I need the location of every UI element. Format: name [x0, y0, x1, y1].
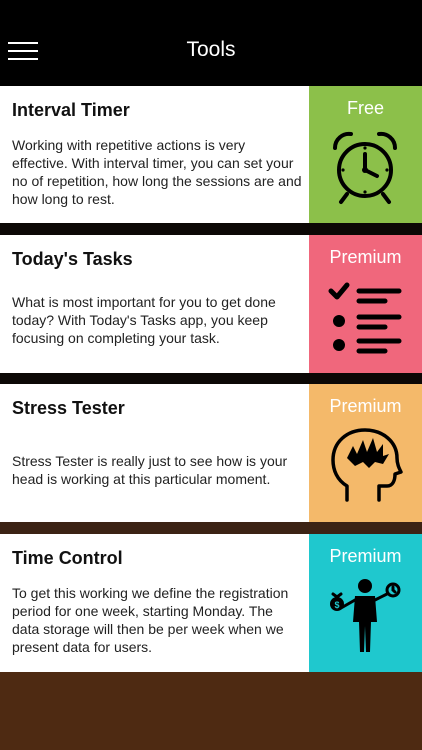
card-title: Time Control — [12, 548, 123, 568]
card-title: Stress Tester — [12, 398, 125, 418]
checklist-icon — [328, 282, 402, 354]
card-divider — [0, 373, 422, 384]
tier-label: Premium — [329, 396, 402, 416]
card-badge-panel: Free — [309, 86, 422, 223]
card-badge-panel: Premium $ — [309, 534, 422, 672]
businessman-balance-icon: $ — [330, 579, 401, 652]
tool-card-time-control[interactable]: Time Control To get this working we defi… — [0, 534, 422, 672]
svg-text:$: $ — [334, 600, 339, 610]
tier-label: Premium — [329, 247, 402, 267]
tool-card-interval-timer[interactable]: Interval Timer Working with repetitive a… — [0, 86, 422, 223]
bottom-background — [0, 672, 422, 750]
stressed-head-icon — [331, 428, 403, 502]
app-header: Tools — [0, 0, 422, 86]
card-badge-panel: Premium — [309, 235, 422, 373]
alarm-clock-icon — [332, 131, 398, 204]
card-description: What is most important for you to get do… — [12, 294, 276, 346]
tier-label: Premium — [329, 546, 402, 566]
tier-label: Free — [346, 98, 384, 118]
card-description: Working with repetitive actions is very … — [12, 137, 302, 207]
page-title: Tools — [186, 38, 236, 61]
card-divider — [0, 522, 422, 534]
card-badge-panel: Premium — [309, 384, 422, 522]
card-description: Stress Tester is really just to see how … — [12, 453, 288, 487]
tool-card-stress-tester[interactable]: Stress Tester Stress Tester is really ju… — [0, 384, 422, 522]
card-title: Interval Timer — [12, 100, 130, 120]
card-title: Today's Tasks — [12, 249, 133, 269]
tool-card-todays-tasks[interactable]: Today's Tasks What is most important for… — [0, 235, 422, 373]
card-description: To get this working we define the regist… — [12, 585, 289, 655]
card-divider — [0, 223, 422, 235]
